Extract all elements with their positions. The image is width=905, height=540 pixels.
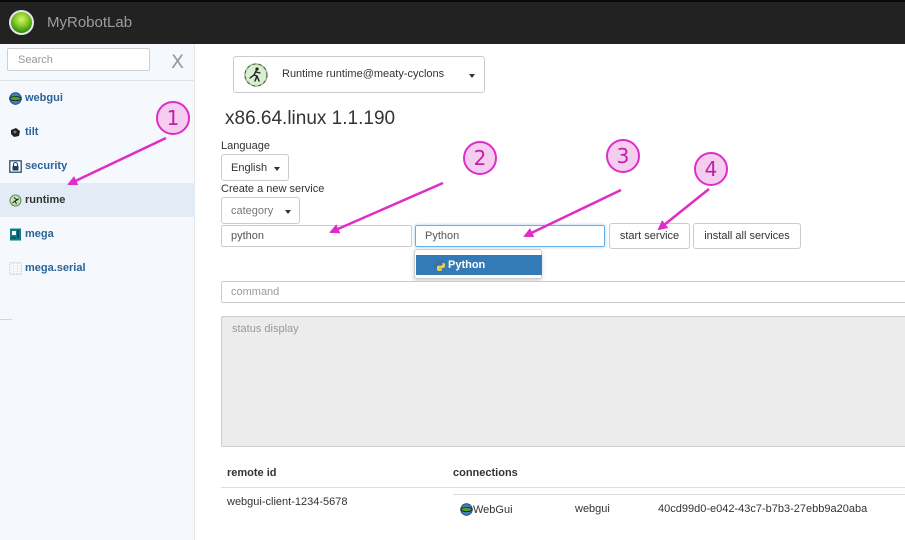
category-select[interactable]: category — [221, 197, 300, 224]
sidebar-item-label: tilt — [25, 126, 39, 138]
start-service-button[interactable]: start service — [609, 223, 690, 249]
sidebar-item-mega[interactable]: mega — [0, 217, 195, 251]
arduino-board-icon — [10, 228, 21, 240]
create-service-label: Create a new service — [221, 183, 325, 195]
myrobotlab-logo-icon[interactable] — [9, 10, 34, 35]
python-icon — [434, 259, 445, 271]
sidebar-item-runtime[interactable]: runtime — [0, 183, 195, 217]
runtime-icon — [9, 194, 22, 206]
platform-version: x86.64.linux 1.1.190 — [225, 108, 396, 129]
language-label: Language — [221, 140, 270, 152]
top-navbar: MyRobotLab — [0, 0, 905, 44]
suggestion-label: Python — [448, 259, 486, 271]
command-input[interactable] — [221, 281, 905, 303]
lock-icon — [9, 159, 22, 173]
chevron-down-icon — [274, 167, 280, 171]
remote-id-cell: webgui-client-1234-5678 — [227, 496, 348, 508]
chevron-down-icon — [469, 74, 475, 78]
table-header-remote-id: remote id — [227, 467, 277, 479]
sidebar-item-mega-serial[interactable]: mega.serial — [0, 251, 195, 285]
annotation-badge-3: 3 — [606, 139, 640, 173]
sidebar-item-label: webgui — [25, 92, 63, 104]
suggestion-python[interactable]: Python — [416, 255, 542, 275]
connections-subtable-divider — [453, 494, 905, 495]
annotation-badge-1: 1 — [156, 101, 190, 135]
service-type-suggestions: Python — [414, 249, 542, 279]
serial-port-icon — [9, 261, 22, 275]
connection-service-cell: webgui — [575, 503, 610, 515]
connection-id-cell: 40cd99d0-e042-43c7-b7b3-27ebb9a20aba — [658, 503, 868, 515]
sidebar-item-label: runtime — [25, 194, 66, 206]
table-header-connections: connections — [453, 467, 518, 479]
service-name-input[interactable] — [221, 225, 412, 247]
connection-name: WebGui — [473, 503, 513, 516]
connection-name-cell: WebGui — [460, 503, 513, 516]
search-input[interactable] — [7, 48, 150, 71]
category-select-value: category — [231, 205, 274, 217]
status-display[interactable]: status display — [221, 316, 905, 447]
tilt-icon — [11, 127, 20, 137]
language-select[interactable]: English — [221, 154, 289, 181]
runtime-icon — [244, 63, 268, 87]
install-all-services-button[interactable]: install all services — [693, 223, 801, 249]
webgui-globe-icon — [9, 91, 22, 105]
runtime-selector-label: Runtime runtime@meaty-cyclons — [282, 68, 445, 80]
close-search-icon[interactable]: X — [171, 51, 184, 73]
sidebar-item-security[interactable]: security — [0, 149, 195, 183]
runtime-selector[interactable]: Runtime runtime@meaty-cyclons — [233, 56, 485, 93]
table-header-divider — [221, 487, 905, 488]
app-window: MyRobotLab X webgui tilt — [0, 0, 905, 540]
webgui-globe-icon — [460, 503, 473, 516]
annotation-badge-2: 2 — [463, 141, 497, 175]
sidebar-item-label: mega — [25, 228, 54, 240]
annotation-badge-4: 4 — [694, 152, 728, 186]
app-title[interactable]: MyRobotLab — [47, 14, 132, 31]
sidebar-list-end-divider — [0, 319, 12, 320]
sidebar-item-label: mega.serial — [25, 262, 86, 274]
service-type-input[interactable] — [415, 225, 605, 247]
status-display-placeholder: status display — [232, 323, 299, 335]
chevron-down-icon — [285, 210, 291, 214]
sidebar-item-label: security — [25, 160, 68, 172]
language-select-value: English — [231, 162, 268, 174]
